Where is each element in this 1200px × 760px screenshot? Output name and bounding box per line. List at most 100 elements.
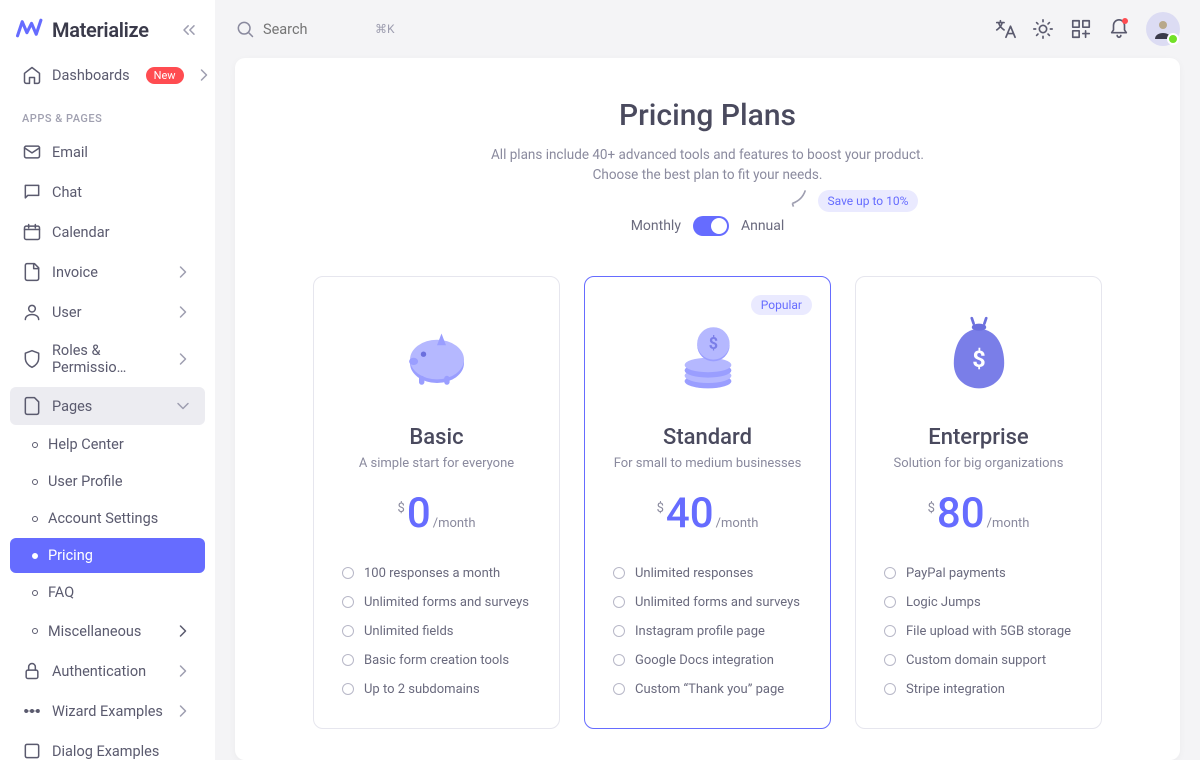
sidebar-item-email[interactable]: Email: [10, 133, 205, 171]
plan-feature: Unlimited fields: [342, 617, 531, 646]
chevron-right-icon: [173, 349, 193, 369]
save-chip: Save up to 10%: [818, 190, 919, 212]
file-icon: [22, 262, 42, 282]
sidebar-item-label: Dashboards: [52, 67, 130, 84]
plan-name: Enterprise: [884, 425, 1073, 450]
search-shortcut: ⌘K: [371, 20, 399, 38]
sidebar-sub-faq[interactable]: FAQ: [10, 575, 205, 610]
new-badge: New: [146, 67, 184, 84]
plan-feature: PayPal payments: [884, 559, 1073, 588]
calendar-icon: [22, 222, 42, 242]
sidebar-sub-label: Help Center: [48, 436, 124, 453]
chevron-right-icon: [173, 262, 193, 282]
sidebar-item-user[interactable]: User: [10, 293, 205, 331]
plan-feature: Google Docs integration: [613, 646, 802, 675]
plan-name: Basic: [342, 425, 531, 450]
plan-price: 40: [666, 493, 714, 535]
sidebar-item-label: User: [52, 304, 82, 321]
plan-basic-icon: [342, 301, 531, 411]
price-period: /month: [433, 516, 476, 531]
sidebar-item-calendar[interactable]: Calendar: [10, 213, 205, 251]
plan-enterprise-icon: $: [884, 301, 1073, 411]
sidebar-sub-label: FAQ: [48, 584, 74, 601]
plan-desc: A simple start for everyone: [342, 456, 531, 471]
price-period: /month: [716, 516, 759, 531]
svg-text:$: $: [708, 333, 717, 352]
plan-feature: Custom “Thank you” page: [613, 675, 802, 704]
sidebar-item-label: Dialog Examples: [52, 743, 159, 760]
lock-icon: [22, 661, 42, 681]
plan-standard: Popular $ Standard For small to medium b…: [584, 276, 831, 729]
sidebar-item-chat[interactable]: Chat: [10, 173, 205, 211]
sidebar-collapse-icon[interactable]: [179, 20, 199, 40]
sidebar-item-wizard[interactable]: Wizard Examples: [10, 692, 205, 730]
plan-feature: Unlimited responses: [613, 559, 802, 588]
sidebar-item-authentication[interactable]: Authentication: [10, 652, 205, 690]
sidebar-sub-misc[interactable]: Miscellaneous: [10, 612, 205, 650]
plan-feature: Up to 2 subdomains: [342, 675, 531, 704]
chevron-right-icon: [173, 701, 193, 721]
billing-annual-label: Annual: [741, 218, 784, 234]
sidebar-item-label: Chat: [52, 184, 82, 201]
sidebar-item-label: Invoice: [52, 264, 98, 281]
currency: $: [657, 501, 664, 516]
home-icon: [22, 65, 42, 85]
pricing-card: Pricing Plans All plans include 40+ adva…: [235, 58, 1180, 760]
chevron-right-icon: [173, 302, 193, 322]
plan-name: Standard: [613, 425, 802, 450]
price-period: /month: [987, 516, 1030, 531]
bell-icon[interactable]: [1108, 18, 1130, 40]
page-icon: [22, 396, 42, 416]
sidebar-item-roles[interactable]: Roles & Permissio…: [10, 333, 205, 385]
avatar[interactable]: [1146, 12, 1180, 46]
search-icon[interactable]: [235, 19, 255, 39]
translate-icon[interactable]: [994, 18, 1016, 40]
plan-feature: Instagram profile page: [613, 617, 802, 646]
sidebar-item-label: Wizard Examples: [52, 703, 163, 720]
sidebar-item-dialog[interactable]: Dialog Examples: [10, 732, 205, 760]
square-icon: [22, 741, 42, 760]
sidebar: Materialize Dashboards New APPS & PAGES …: [0, 0, 215, 760]
page-subtitle-1: All plans include 40+ advanced tools and…: [275, 145, 1140, 165]
save-badge: Save up to 10%: [788, 186, 919, 212]
sidebar-item-pages[interactable]: Pages: [10, 387, 205, 425]
plan-feature: Logic Jumps: [884, 588, 1073, 617]
search-input[interactable]: [263, 21, 363, 38]
grid-icon[interactable]: [1070, 18, 1092, 40]
dots-icon: [22, 701, 42, 721]
popular-badge: Popular: [751, 295, 812, 315]
chevron-down-icon: [173, 396, 193, 416]
sidebar-sub-pricing[interactable]: Pricing: [10, 538, 205, 573]
page-subtitle-2: Choose the best plan to fit your needs.: [275, 165, 1140, 185]
sidebar-sub-label: Pricing: [48, 547, 93, 564]
theme-icon[interactable]: [1032, 18, 1054, 40]
currency: $: [928, 501, 935, 516]
plan-standard-icon: $: [613, 301, 802, 411]
page-title: Pricing Plans: [275, 98, 1140, 133]
sidebar-sub-account-settings[interactable]: Account Settings: [10, 501, 205, 536]
mail-icon: [22, 142, 42, 162]
svg-text:$: $: [972, 344, 985, 372]
plan-feature: Unlimited forms and surveys: [342, 588, 531, 617]
sidebar-item-label: Authentication: [52, 663, 146, 680]
sidebar-item-label: Calendar: [52, 224, 110, 241]
sidebar-item-dashboards[interactable]: Dashboards New: [10, 56, 205, 94]
plan-price: 80: [937, 493, 985, 535]
plan-feature: Basic form creation tools: [342, 646, 531, 675]
sidebar-item-label: Pages: [52, 398, 92, 415]
sidebar-sub-user-profile[interactable]: User Profile: [10, 464, 205, 499]
chat-icon: [22, 182, 42, 202]
plan-feature: Unlimited forms and surveys: [613, 588, 802, 617]
chevron-right-icon: [173, 621, 193, 641]
brand-name: Materialize: [52, 18, 149, 42]
plan-enterprise: $ Enterprise Solution for big organizati…: [855, 276, 1102, 729]
billing-monthly-label: Monthly: [631, 218, 681, 234]
main: ⌘K Pricing Plans All plans include 40+ a…: [215, 0, 1200, 760]
sidebar-sub-help-center[interactable]: Help Center: [10, 427, 205, 462]
sidebar-section-apps: APPS & PAGES: [10, 96, 205, 133]
sidebar-sub-label: Account Settings: [48, 510, 158, 527]
plan-feature: Custom domain support: [884, 646, 1073, 675]
sidebar-item-invoice[interactable]: Invoice: [10, 253, 205, 291]
sidebar-sub-label: User Profile: [48, 473, 123, 490]
billing-toggle[interactable]: [693, 216, 729, 236]
